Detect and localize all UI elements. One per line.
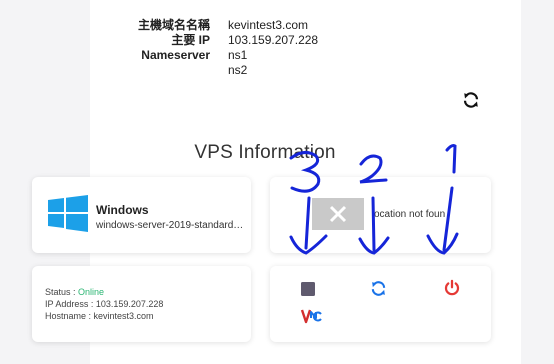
stop-button[interactable] bbox=[300, 281, 316, 297]
windows-logo-icon bbox=[48, 195, 88, 232]
hostname-line-label: Hostname : bbox=[45, 311, 94, 321]
vnc-icon bbox=[300, 309, 322, 324]
hostname-value: kevintest3.com bbox=[228, 18, 309, 32]
refresh-info-button[interactable] bbox=[462, 91, 480, 109]
status-badge: Online bbox=[78, 287, 105, 297]
ip-label: 主要 IP bbox=[171, 33, 210, 47]
hostname-line-value: kevintest3.com bbox=[93, 311, 154, 321]
status-line: Status : Online bbox=[45, 287, 104, 297]
ip-address-value: 103.159.207.228 bbox=[95, 299, 164, 309]
power-icon bbox=[444, 279, 460, 296]
close-icon bbox=[329, 205, 347, 223]
page-background-right bbox=[521, 0, 554, 364]
nameserver-1: ns1 bbox=[228, 48, 248, 62]
restart-button[interactable] bbox=[370, 280, 387, 297]
status-label: Status : bbox=[45, 287, 79, 297]
broken-image-placeholder bbox=[312, 198, 364, 230]
stop-icon bbox=[301, 282, 315, 296]
actions-card bbox=[270, 266, 491, 342]
vnc-console-button[interactable] bbox=[300, 307, 322, 326]
refresh-icon bbox=[463, 92, 479, 108]
hostname-label: 主機域名名稱 bbox=[137, 18, 210, 32]
ip-address-label: IP Address : bbox=[45, 299, 96, 309]
ip-address-line: IP Address : 103.159.207.228 bbox=[45, 299, 163, 309]
refresh-icon bbox=[371, 281, 386, 296]
power-button[interactable] bbox=[443, 279, 461, 297]
nameserver-label: Nameserver bbox=[141, 48, 210, 62]
hostname-line: Hostname : kevintest3.com bbox=[45, 311, 154, 321]
section-title: VPS Information bbox=[194, 142, 336, 163]
nameserver-2: ns2 bbox=[228, 63, 248, 77]
os-name: Windows bbox=[96, 203, 149, 217]
ip-value: 103.159.207.228 bbox=[228, 33, 319, 47]
location-not-found-text: ocation not foun bbox=[374, 209, 446, 220]
os-template: windows-server-2019-standard… bbox=[96, 220, 244, 231]
